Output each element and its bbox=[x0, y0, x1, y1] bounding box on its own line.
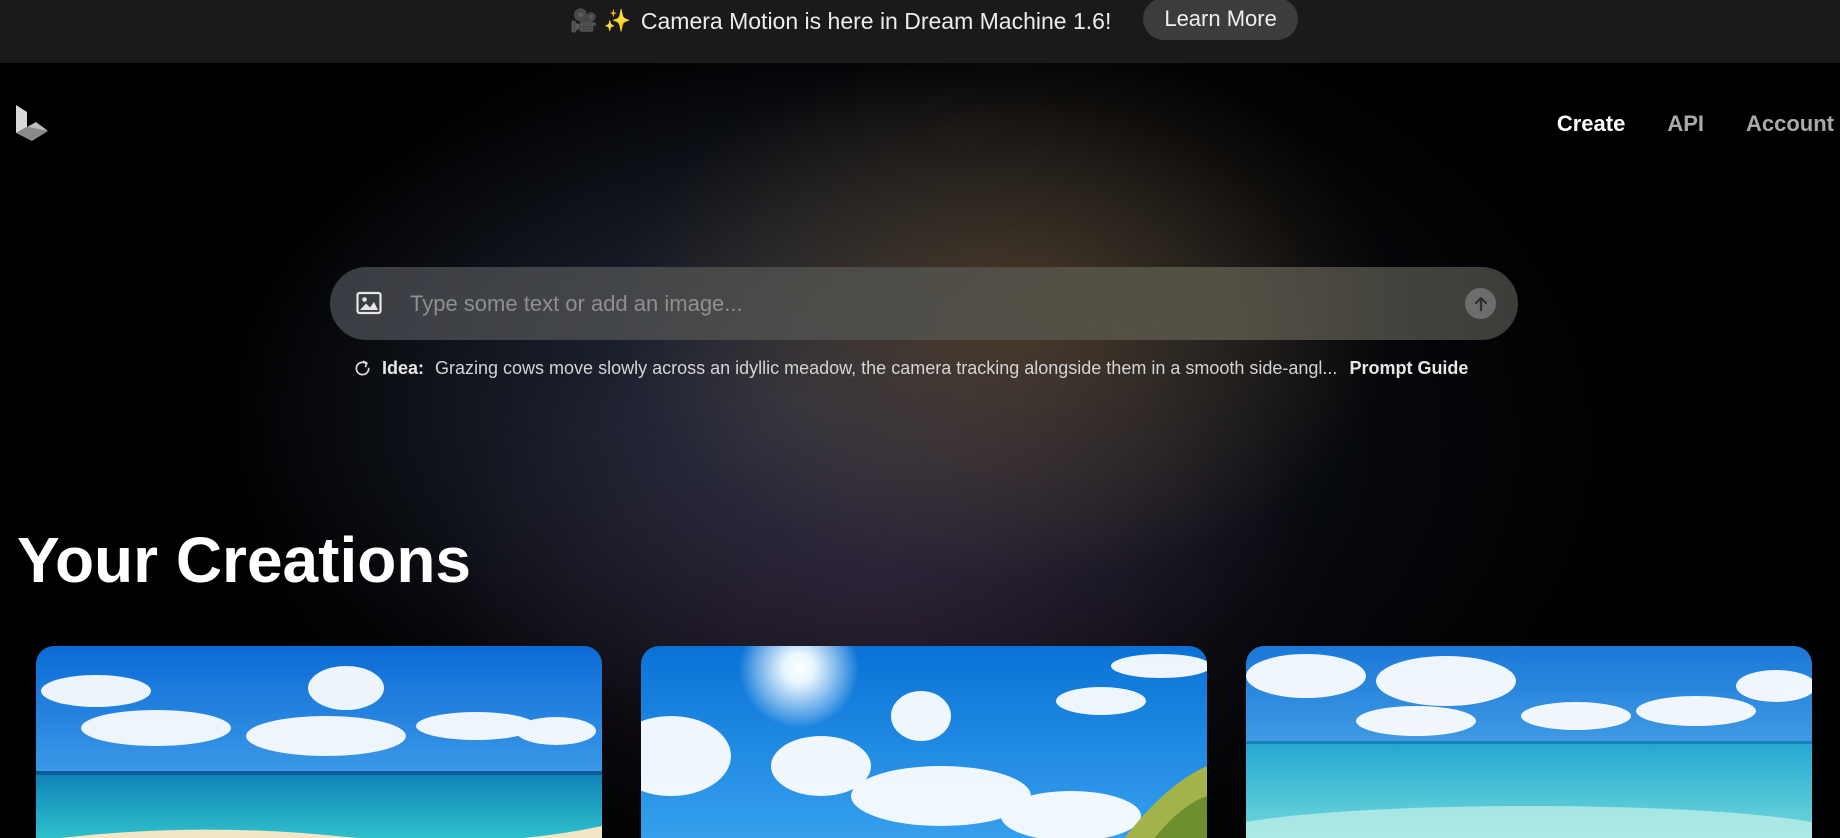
refresh-icon[interactable] bbox=[353, 359, 372, 378]
sky-and-coast-thumbnail bbox=[641, 646, 1207, 838]
nav-create[interactable]: Create bbox=[1557, 110, 1625, 138]
image-icon[interactable] bbox=[356, 291, 382, 315]
creation-card[interactable] bbox=[1246, 646, 1812, 838]
submit-button[interactable] bbox=[1465, 288, 1496, 319]
nav-account[interactable]: Account bbox=[1746, 110, 1834, 138]
nav-api[interactable]: API bbox=[1667, 110, 1704, 138]
top-nav: Create API Account bbox=[1515, 110, 1840, 138]
learn-more-button[interactable]: Learn More bbox=[1143, 0, 1298, 40]
announcement-text: Camera Motion is here in Dream Machine 1… bbox=[640, 7, 1112, 34]
ocean-horizon-thumbnail bbox=[1246, 646, 1812, 838]
idea-text[interactable]: Grazing cows move slowly across an idyll… bbox=[435, 358, 1337, 379]
prompt-guide-link[interactable]: Prompt Guide bbox=[1349, 358, 1468, 379]
announcement-banner: 🎥 ✨ Camera Motion is here in Dream Machi… bbox=[0, 0, 1840, 63]
creation-card[interactable] bbox=[36, 646, 602, 838]
prompt-input[interactable] bbox=[408, 285, 1432, 323]
luma-logo-icon[interactable] bbox=[14, 103, 50, 143]
beach-scene-thumbnail bbox=[36, 646, 602, 838]
creation-card[interactable] bbox=[641, 646, 1207, 838]
prompt-bar bbox=[330, 267, 1518, 340]
section-title-your-creations: Your Creations bbox=[17, 524, 471, 596]
arrow-up-icon bbox=[1474, 296, 1487, 311]
page: 🎥 ✨ Camera Motion is here in Dream Machi… bbox=[0, 0, 1840, 838]
camera-sparkles-icon: 🎥 ✨ bbox=[570, 8, 631, 33]
idea-label: Idea: bbox=[382, 357, 425, 378]
idea-suggestion: Idea: Grazing cows move slowly across an… bbox=[353, 355, 1513, 381]
